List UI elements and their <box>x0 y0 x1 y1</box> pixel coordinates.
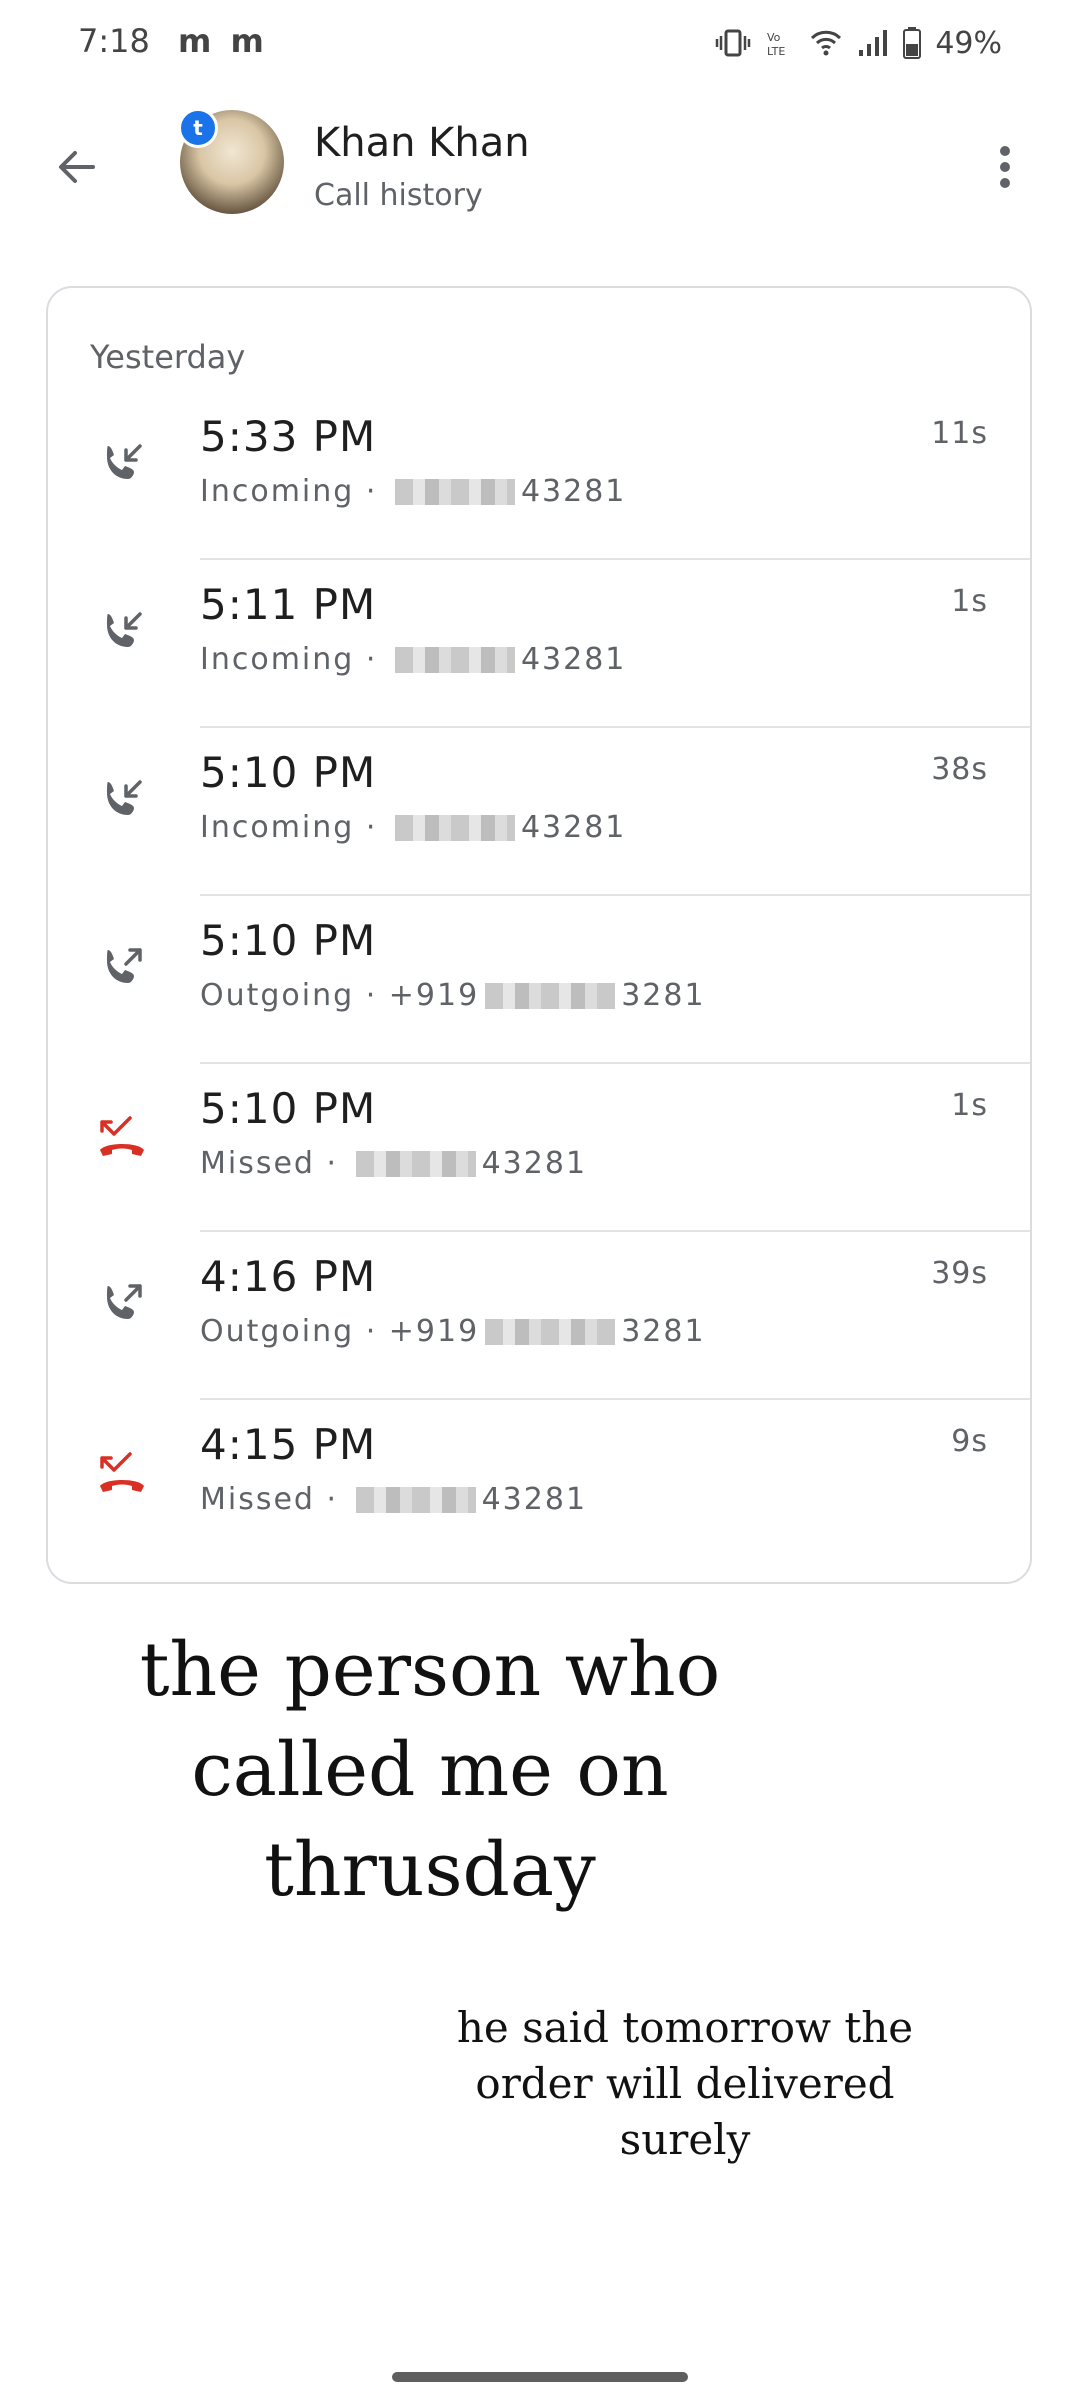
call-time: 5:10 PM <box>200 748 377 797</box>
call-type: Missed <box>200 1146 315 1181</box>
number-suffix: 43281 <box>520 810 627 845</box>
missed-call-icon <box>100 1116 144 1156</box>
wifi-icon <box>811 30 842 56</box>
note-line: the person who <box>139 1627 721 1713</box>
redacted-number <box>355 1150 476 1177</box>
volte-icon: VoLTE <box>767 31 785 58</box>
call-row[interactable]: 5:11 PM Incoming · 43281 1s <box>48 560 1030 728</box>
redacted-number <box>394 646 515 673</box>
call-type: Missed <box>200 1482 315 1517</box>
note-line: order will delivered <box>475 2059 895 2108</box>
outgoing-call-icon <box>107 1284 142 1319</box>
number-suffix: 43281 <box>481 1482 588 1517</box>
annotation-note-small: he said tomorrow the order will delivere… <box>440 2000 930 2168</box>
call-row[interactable]: 5:33 PM Incoming · 43281 11s <box>48 392 1030 560</box>
call-type: Outgoing <box>200 978 355 1013</box>
call-duration: 38s <box>931 752 988 787</box>
gesture-nav-handle[interactable] <box>392 2372 688 2382</box>
call-row[interactable]: 5:10 PM Incoming · 43281 38s <box>48 728 1030 896</box>
incoming-call-icon <box>107 780 142 815</box>
call-type: Outgoing <box>200 1314 355 1349</box>
missed-call-icon <box>100 1452 144 1492</box>
call-time: 4:16 PM <box>200 1252 377 1301</box>
note-line: surely <box>619 2115 751 2164</box>
call-duration: 39s <box>931 1256 988 1291</box>
call-row[interactable]: 5:10 PM Outgoing · +919 3281 <box>48 896 1030 1064</box>
svg-text:LTE: LTE <box>767 45 785 58</box>
number-prefix: +919 <box>388 978 480 1013</box>
call-meta: Incoming · 43281 <box>200 810 627 845</box>
contact-name: Khan Khan <box>314 120 530 166</box>
call-time: 5:33 PM <box>200 412 377 461</box>
battery-percent: 49% <box>935 25 1002 61</box>
arrow-back-icon <box>59 151 95 183</box>
svg-text:Vo: Vo <box>767 31 781 44</box>
note-line: thrusday <box>264 1827 596 1913</box>
note-line: he said tomorrow the <box>456 2003 914 2052</box>
call-duration: 1s <box>951 584 988 619</box>
incoming-call-icon <box>107 612 142 647</box>
call-meta: Missed · 43281 <box>200 1482 588 1517</box>
redacted-number <box>485 1318 616 1345</box>
redacted-number <box>394 478 515 505</box>
page-subtitle: Call history <box>314 178 483 213</box>
app-badge-icon: t <box>178 108 218 148</box>
call-time: 4:15 PM <box>200 1420 377 1469</box>
status-icons: Vo LTE 49% <box>715 18 1002 68</box>
annotation-note-large: the person who called me on thrusday <box>130 1620 730 1920</box>
call-type: Incoming <box>200 642 355 677</box>
back-button[interactable] <box>40 130 114 204</box>
call-row[interactable]: 4:15 PM Missed · 43281 9s <box>48 1400 1030 1568</box>
incoming-call-icon <box>107 444 142 479</box>
call-meta: Outgoing · +919 3281 <box>200 1314 706 1349</box>
redacted-number <box>394 814 515 841</box>
call-type: Incoming <box>200 810 355 845</box>
notification-icons: m m <box>178 22 268 60</box>
call-duration: 1s <box>951 1088 988 1123</box>
number-suffix: 43281 <box>520 642 627 677</box>
note-line: called me on <box>191 1727 669 1813</box>
redacted-number <box>355 1486 476 1513</box>
number-suffix: 3281 <box>621 978 706 1013</box>
redacted-number <box>485 982 616 1009</box>
call-meta: Missed · 43281 <box>200 1146 588 1181</box>
call-meta: Incoming · 43281 <box>200 474 627 509</box>
call-time: 5:10 PM <box>200 916 377 965</box>
more-vert-icon <box>1000 146 1010 188</box>
call-duration: 9s <box>951 1424 988 1459</box>
number-suffix: 43281 <box>520 474 627 509</box>
call-row[interactable]: 4:16 PM Outgoing · +919 3281 39s <box>48 1232 1030 1400</box>
call-type: Incoming <box>200 474 355 509</box>
call-time: 5:11 PM <box>200 580 377 629</box>
call-meta: Outgoing · +919 3281 <box>200 978 706 1013</box>
signal-icon <box>859 30 888 56</box>
status-time: 7:18 <box>78 22 150 60</box>
number-suffix: 43281 <box>481 1146 588 1181</box>
battery-icon <box>903 27 922 59</box>
more-options-button[interactable] <box>970 132 1040 202</box>
call-time: 5:10 PM <box>200 1084 377 1133</box>
number-prefix: +919 <box>388 1314 480 1349</box>
status-bar: 7:18 m m Vo LTE 49% <box>0 0 1080 90</box>
call-history-card: Yesterday 5:33 PM Incoming · 43281 11s 5… <box>46 286 1032 1584</box>
call-duration: 11s <box>931 416 988 451</box>
call-row[interactable]: 5:10 PM Missed · 43281 1s <box>48 1064 1030 1232</box>
vibrate-icon <box>716 29 751 57</box>
app-bar: t Khan Khan Call history <box>0 100 1080 230</box>
section-label: Yesterday <box>90 338 246 376</box>
outgoing-call-icon <box>107 948 142 983</box>
number-suffix: 3281 <box>621 1314 706 1349</box>
call-meta: Incoming · 43281 <box>200 642 627 677</box>
